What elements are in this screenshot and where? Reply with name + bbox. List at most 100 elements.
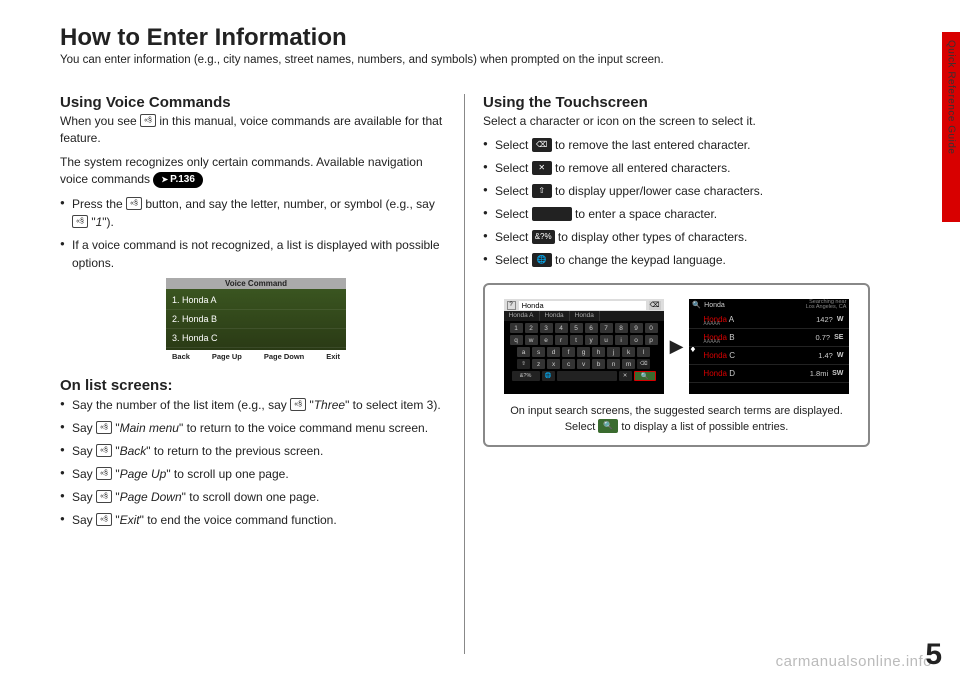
touch-bullet-5: Select &?% to display other types of cha… <box>483 228 870 246</box>
touch-bullet-4: Select to enter a space character. <box>483 205 870 223</box>
suggestion-bar: Honda A Honda Honda <box>504 311 664 321</box>
mic-icon <box>96 467 112 480</box>
key: r <box>555 335 568 345</box>
symbols-icon: &?% <box>532 230 555 244</box>
key: v <box>577 359 590 369</box>
key: y <box>585 335 598 345</box>
results-screen: 🔍 Honda Searching near Los Angeles, CA ♦… <box>689 299 849 394</box>
vc-row: 1. Honda A <box>166 291 346 310</box>
key: a <box>517 347 530 357</box>
list-bullet-6: Say "Exit" to end the voice command func… <box>60 511 452 529</box>
key: d <box>547 347 560 357</box>
result-row: Honda C1.4? W <box>689 347 849 365</box>
space-key <box>557 371 617 381</box>
list-bullet-1: Say the number of the list item (e.g., s… <box>60 396 452 414</box>
key: b <box>592 359 605 369</box>
keyboard-screen: ? Honda ⌫ Honda A Honda Honda 1234567890… <box>504 299 664 394</box>
voice-bullet-1: Press the button, and say the letter, nu… <box>60 195 452 231</box>
help-icon: ? <box>507 301 516 310</box>
keyboard: 1234567890 qwertyuiop asdfghjkl ⇧ zxcvbn… <box>504 321 664 385</box>
page-subtitle: You can enter information (e.g., city na… <box>60 54 928 66</box>
mic-icon <box>290 398 306 411</box>
vc-exit: Exit <box>326 352 340 361</box>
key: g <box>577 347 590 357</box>
vc-row: 2. Honda B <box>166 310 346 329</box>
mic-icon <box>96 490 112 503</box>
touch-heading: Using the Touchscreen <box>483 94 870 111</box>
search-key: 🔍 <box>634 371 656 381</box>
backspace-icon: ⌫ <box>649 301 661 310</box>
key: k <box>622 347 635 357</box>
result-row: Honda AAAAAA142? W <box>689 311 849 329</box>
mic-icon <box>96 421 112 434</box>
result-row: Honda BAAAAA0.7? SE <box>689 329 849 347</box>
result-rows: Honda AAAAAA142? WHonda BAAAAA0.7? SEHon… <box>689 311 849 383</box>
list-bullet-3: Say "Back" to return to the previous scr… <box>60 442 452 460</box>
mic-icon <box>96 513 112 526</box>
list-bullet-4: Say "Page Up" to scroll up one page. <box>60 465 452 483</box>
globe-icon: 🌐 <box>532 253 552 267</box>
mic-icon <box>96 444 112 457</box>
right-column: Using the Touchscreen Select a character… <box>465 94 870 654</box>
key: s <box>532 347 545 357</box>
key: o <box>630 335 643 345</box>
key: x <box>547 359 560 369</box>
key: c <box>562 359 575 369</box>
list-bullet-2: Say "Main menu" to return to the voice c… <box>60 419 452 437</box>
space-icon <box>532 207 572 221</box>
page-number: 5 <box>925 638 942 672</box>
key: m <box>622 359 635 369</box>
magnifier-icon: 🔍 <box>598 419 618 433</box>
clear-icon: ✕ <box>532 161 552 175</box>
touch-bullet-2: Select ✕ to remove all entered character… <box>483 159 870 177</box>
figure-caption: On input search screens, the suggested s… <box>497 404 856 435</box>
key: 3 <box>540 323 553 333</box>
query-text: Honda <box>704 302 725 309</box>
left-column: Using Voice Commands When you see in thi… <box>60 94 465 654</box>
clear-key: ✕ <box>619 371 632 381</box>
mic-icon <box>140 114 156 127</box>
search-icon: 🔍 <box>692 301 701 309</box>
key: p <box>645 335 658 345</box>
touchscreen-figure: ? Honda ⌫ Honda A Honda Honda 1234567890… <box>483 283 870 447</box>
shift-icon: ⇧ <box>532 184 552 198</box>
key: f <box>562 347 575 357</box>
vc-back: Back <box>172 352 190 361</box>
key: 7 <box>600 323 613 333</box>
key: q <box>510 335 523 345</box>
key: 6 <box>585 323 598 333</box>
voice-command-screenshot: Voice Command 1. Honda A 2. Honda B 3. H… <box>166 278 346 361</box>
side-section-label: Quick Reference Guide <box>945 40 957 240</box>
touch-bullet-6: Select 🌐 to change the keypad language. <box>483 251 870 269</box>
voice-p2: The system recognizes only certain comma… <box>60 154 452 189</box>
vc-title: Voice Command <box>166 278 346 289</box>
key: 0 <box>645 323 658 333</box>
list-bullet-5: Say "Page Down" to scroll down one page. <box>60 488 452 506</box>
voice-heading: Using Voice Commands <box>60 94 452 111</box>
key: i <box>615 335 628 345</box>
mic-icon <box>126 197 142 210</box>
key: 9 <box>630 323 643 333</box>
shift-key: ⇧ <box>517 359 530 369</box>
key: h <box>592 347 605 357</box>
key: 2 <box>525 323 538 333</box>
page-ref: P.136 <box>153 172 203 189</box>
vc-pageup: Page Up <box>212 352 242 361</box>
key: t <box>570 335 583 345</box>
key: n <box>607 359 620 369</box>
watermark: carmanualsonline.info <box>776 653 932 670</box>
key: w <box>525 335 538 345</box>
key: 8 <box>615 323 628 333</box>
list-heading: On list screens: <box>60 377 452 394</box>
key: 4 <box>555 323 568 333</box>
key: e <box>540 335 553 345</box>
page-title: How to Enter Information <box>60 24 928 52</box>
arrow-right-icon: ▶ <box>670 336 684 357</box>
key: z <box>532 359 545 369</box>
vc-row: 3. Honda C <box>166 329 346 348</box>
key: l <box>637 347 650 357</box>
key: j <box>607 347 620 357</box>
backspace-key: ⌫ <box>637 359 650 369</box>
globe-key: 🌐 <box>542 371 555 381</box>
backspace-icon: ⌫ <box>532 138 552 152</box>
